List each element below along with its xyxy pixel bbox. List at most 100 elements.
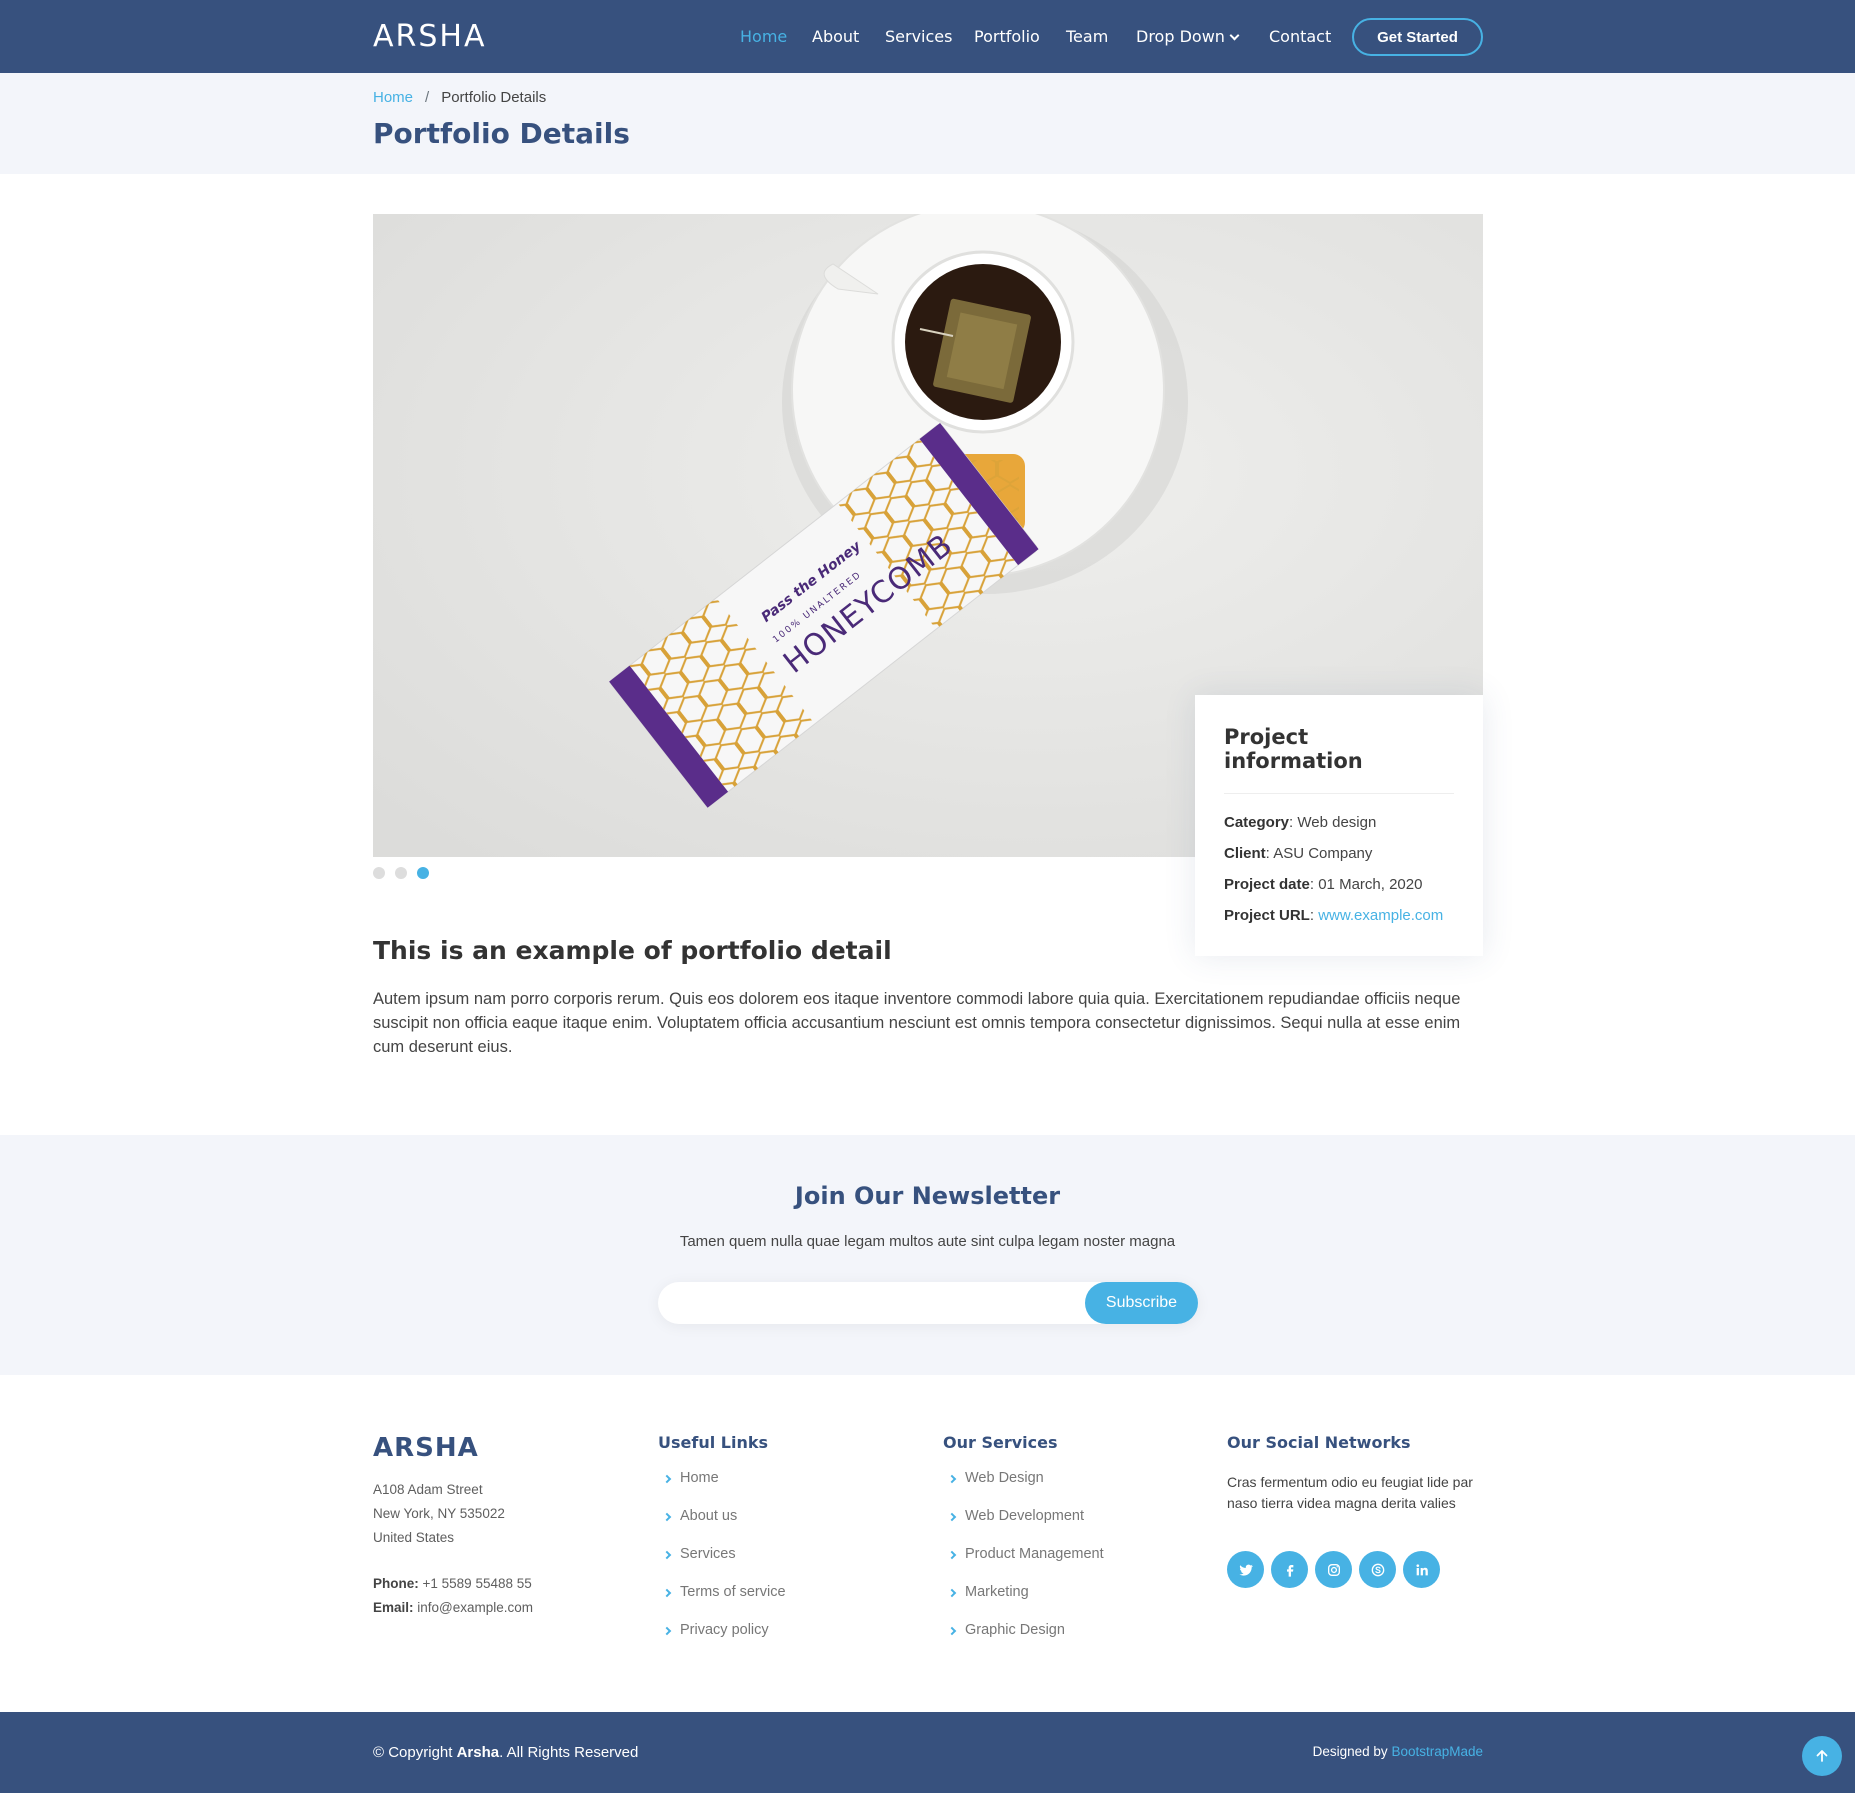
slider-pagination [373, 867, 429, 879]
project-url-link[interactable]: www.example.com [1318, 907, 1443, 924]
chevron-right-icon [662, 1626, 672, 1636]
project-date: Project date: 01 March, 2020 [1224, 876, 1423, 893]
portfolio-description-text: Autem ipsum nam porro corporis rerum. Qu… [373, 990, 1461, 1056]
project-date-label: Project date [1224, 876, 1310, 893]
breadcrumbs-section: Home / Portfolio Details Portfolio Detai… [0, 73, 1855, 174]
project-client-label: Client [1224, 845, 1266, 862]
chevron-right-icon [947, 1588, 957, 1598]
arrow-up-icon [1816, 1750, 1828, 1762]
facebook-icon[interactable] [1271, 1551, 1308, 1588]
footer-phone-label: Phone: [373, 1576, 419, 1591]
footer-link-label: Privacy policy [680, 1622, 769, 1638]
footer-social-text: Cras fermentum odio eu feugiat lide par … [1227, 1474, 1473, 1511]
footer-link-services[interactable]: Services [658, 1546, 786, 1584]
chevron-right-icon [662, 1550, 672, 1560]
newsletter-email-input[interactable] [678, 1290, 1078, 1316]
breadcrumb-home-link[interactable]: Home [373, 89, 413, 106]
breadcrumb-current: Portfolio Details [441, 89, 547, 106]
site-logo[interactable]: ARSHA [373, 19, 487, 54]
project-info-card: Project information Category: Web design… [1195, 695, 1483, 956]
back-to-top-button[interactable] [1802, 1736, 1842, 1776]
footer-address-line-1: A108 Adam Street [373, 1482, 483, 1497]
get-started-button[interactable]: Get Started [1352, 18, 1483, 56]
footer-service-label: Product Management [965, 1546, 1104, 1562]
footer-link-terms[interactable]: Terms of service [658, 1584, 786, 1622]
bootstrapmade-link[interactable]: BootstrapMade [1391, 1744, 1483, 1759]
copyright-suffix: . All Rights Reserved [499, 1744, 639, 1761]
nav-portfolio[interactable]: Portfolio [974, 27, 1040, 46]
nav-team[interactable]: Team [1066, 27, 1108, 46]
slider-dot-2[interactable] [395, 867, 407, 879]
footer-link-about[interactable]: About us [658, 1508, 786, 1546]
slider-dot-1[interactable] [373, 867, 385, 879]
site-header: ARSHA Home About Services Portfolio Team… [0, 0, 1855, 73]
footer-bottom: © Copyright Arsha. All Rights Reserved D… [0, 1712, 1855, 1793]
nav-dropdown[interactable]: Drop Down [1136, 27, 1240, 46]
newsletter-section: Join Our Newsletter Tamen quem nulla qua… [0, 1135, 1855, 1375]
project-category-value: Web design [1297, 814, 1377, 831]
social-links [1227, 1551, 1440, 1588]
breadcrumb: Home / Portfolio Details [373, 89, 546, 106]
chevron-right-icon [662, 1588, 672, 1598]
chevron-down-icon [1229, 30, 1240, 41]
footer-email-value: info@example.com [417, 1600, 534, 1615]
footer-service-label: Web Development [965, 1508, 1085, 1524]
footer-contact: Phone: +1 5589 55488 55 Email: info@exam… [373, 1572, 533, 1620]
chevron-right-icon [662, 1512, 672, 1522]
copyright-brand: Arsha [456, 1744, 500, 1761]
newsletter-title: Join Our Newsletter [794, 1182, 1061, 1210]
footer-phone-value: +1 5589 55488 55 [422, 1576, 532, 1591]
breadcrumb-separator: / [425, 89, 430, 106]
project-category: Category: Web design [1224, 814, 1377, 831]
instagram-icon[interactable] [1315, 1551, 1352, 1588]
project-url: Project URL: www.example.com [1224, 907, 1444, 924]
footer-link-privacy[interactable]: Privacy policy [658, 1622, 786, 1660]
chevron-right-icon [947, 1550, 957, 1560]
footer-services: Web Design Web Development Product Manag… [943, 1470, 1104, 1660]
newsletter-subtitle: Tamen quem nulla quae legam multos aute … [679, 1233, 1176, 1250]
slider-dot-3-active[interactable] [417, 867, 429, 879]
footer-service-marketing[interactable]: Marketing [943, 1584, 1104, 1622]
project-info-list: Category: Web design Client: ASU Company… [1224, 814, 1454, 924]
footer-link-label: About us [680, 1508, 738, 1524]
nav-dropdown-label: Drop Down [1136, 27, 1225, 46]
footer-link-home[interactable]: Home [658, 1470, 786, 1508]
portfolio-description-title: This is an example of portfolio detail [373, 936, 892, 965]
nav-contact[interactable]: Contact [1269, 27, 1331, 46]
footer-email: Email: info@example.com [373, 1596, 533, 1620]
footer-service-graphic-design[interactable]: Graphic Design [943, 1622, 1104, 1660]
credits-prefix: Designed by [1312, 1744, 1392, 1759]
copyright-text: © Copyright Arsha. All Rights Reserved [373, 1744, 638, 1761]
project-client-value: ASU Company [1273, 845, 1373, 862]
nav-services[interactable]: Services [885, 27, 952, 46]
subscribe-button[interactable]: Subscribe [1085, 1282, 1198, 1324]
credits-text: Designed by BootstrapMade [1313, 1744, 1483, 1759]
chevron-right-icon [947, 1512, 957, 1522]
project-date-value: 01 March, 2020 [1318, 876, 1423, 893]
chevron-right-icon [947, 1474, 957, 1484]
footer-link-label: Terms of service [680, 1584, 786, 1600]
footer-address-line-3: United States [373, 1530, 455, 1545]
footer-logo: ARSHA [373, 1433, 479, 1463]
footer-phone: Phone: +1 5589 55488 55 [373, 1572, 533, 1596]
nav-home[interactable]: Home [740, 27, 787, 46]
footer-useful-links-title: Useful Links [658, 1433, 769, 1452]
footer-service-label: Web Design [965, 1470, 1044, 1486]
nav-about[interactable]: About [812, 27, 859, 46]
project-category-label: Category [1224, 814, 1290, 831]
project-url-label: Project URL [1224, 907, 1310, 924]
footer-services-title: Our Services [943, 1433, 1058, 1452]
project-client: Client: ASU Company [1224, 845, 1373, 862]
footer-service-web-design[interactable]: Web Design [943, 1470, 1104, 1508]
chevron-right-icon [662, 1474, 672, 1484]
footer-service-label: Marketing [965, 1584, 1029, 1600]
twitter-icon[interactable] [1227, 1551, 1264, 1588]
skype-icon[interactable] [1359, 1551, 1396, 1588]
chevron-right-icon [947, 1626, 957, 1636]
footer-link-label: Services [680, 1546, 736, 1562]
linkedin-icon[interactable] [1403, 1551, 1440, 1588]
footer-service-product-management[interactable]: Product Management [943, 1546, 1104, 1584]
footer-email-label: Email: [373, 1600, 414, 1615]
footer-service-web-development[interactable]: Web Development [943, 1508, 1104, 1546]
copyright-prefix: © Copyright [373, 1744, 457, 1761]
